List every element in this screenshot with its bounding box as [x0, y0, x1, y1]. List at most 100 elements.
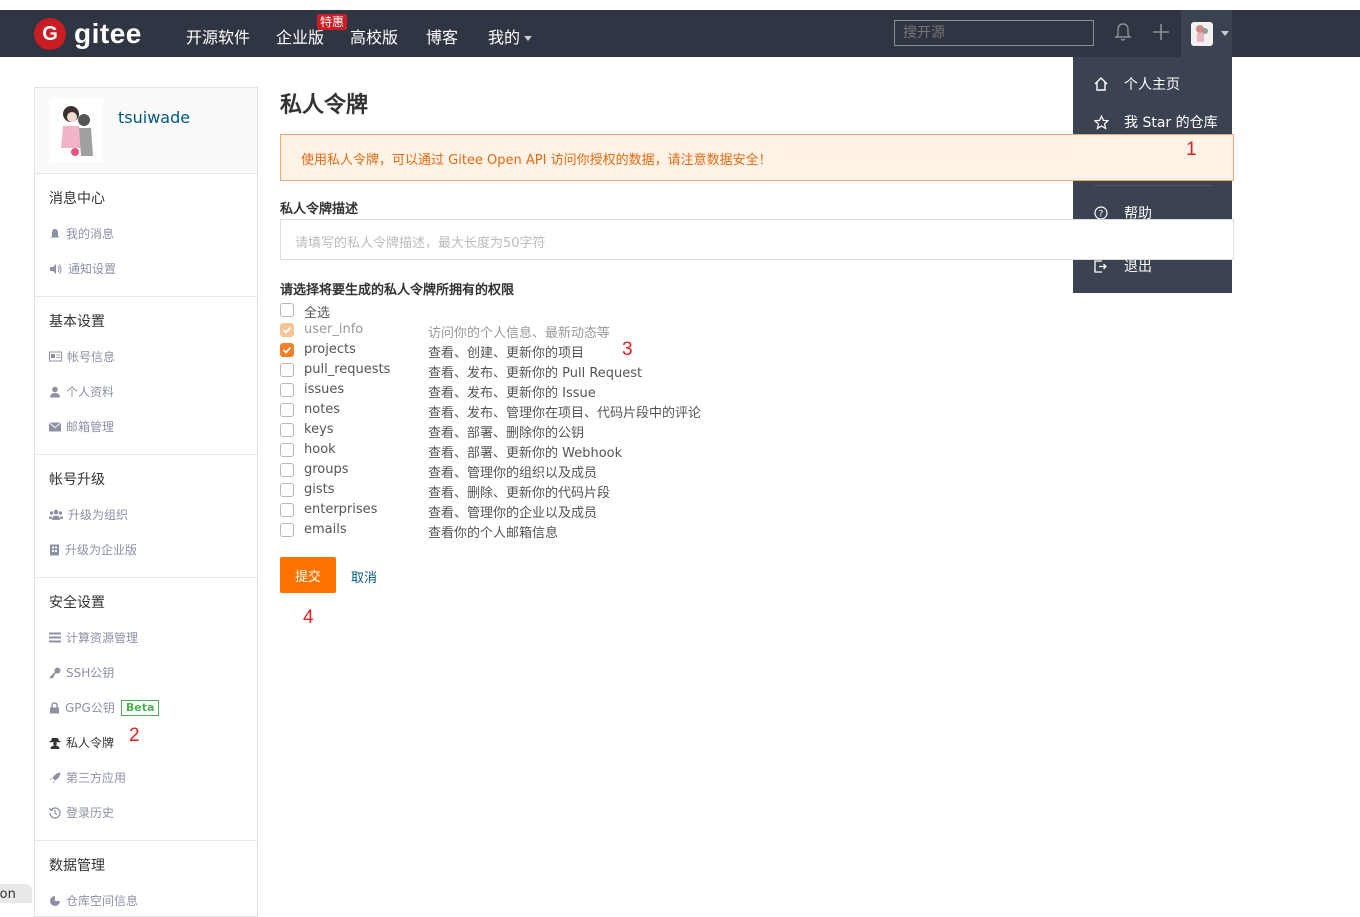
promo-badge: 特惠 [317, 14, 348, 30]
sidebar-item-ssh-keys[interactable]: SSH公钥 [49, 664, 114, 681]
token-description-input[interactable]: 请填写的私人令牌描述，最大长度为50字符 [280, 219, 1234, 260]
permission-checkbox[interactable] [280, 363, 294, 377]
sidebar-item-profile[interactable]: 个人资料 [49, 383, 114, 400]
permission-checkbox[interactable] [280, 443, 294, 457]
permission-name[interactable]: gists [304, 482, 335, 497]
permission-row: groups 查看、管理你的组织以及成员 [280, 462, 780, 482]
beta-badge: Beta [120, 699, 160, 716]
permission-name[interactable]: 全选 [304, 302, 330, 321]
sidebar-item-email-management[interactable]: 邮箱管理 [49, 418, 114, 435]
permission-description: 查看、部署、删除你的公钥 [428, 426, 585, 441]
permission-name[interactable]: projects [304, 342, 356, 357]
nav-open-source[interactable]: 开源软件 [186, 24, 250, 48]
user-menu-toggle[interactable] [1181, 10, 1232, 57]
sidebar-item-label: SSH公钥 [66, 666, 115, 680]
bell-icon [50, 228, 60, 238]
sidebar-divider [35, 840, 257, 841]
nav-blog[interactable]: 博客 [426, 24, 458, 48]
sidebar-item-label: 通知设置 [68, 262, 117, 276]
plus-icon[interactable] [1152, 22, 1170, 42]
sidebar-item-my-messages[interactable]: 我的消息 [49, 225, 114, 242]
permission-description: 查看、管理你的企业以及成员 [428, 506, 598, 521]
permission-checkbox[interactable] [280, 483, 294, 497]
star-icon [1094, 114, 1109, 130]
sidebar-item-label: 升级为企业版 [65, 543, 138, 557]
nav-education[interactable]: 高校版 [350, 24, 398, 48]
sidebar-item-gpg-keys[interactable]: GPG公钥 Beta [49, 699, 160, 716]
sidebar-item-label: 升级为组织 [68, 508, 129, 522]
permission-row: pull_requests 查看、发布、更新你的 Pull Request [280, 362, 780, 382]
sidebar-item-upgrade-organization[interactable]: 升级为组织 [49, 506, 128, 523]
permission-name[interactable]: pull_requests [304, 362, 390, 377]
sidebar-item-label: 登录历史 [66, 806, 115, 820]
permission-checkbox[interactable] [280, 423, 294, 437]
users-icon [49, 509, 63, 520]
permission-checkbox[interactable] [280, 383, 294, 397]
sidebar-item-compute-resources[interactable]: 计算资源管理 [49, 629, 138, 646]
check-icon [282, 326, 292, 334]
nav-mine-label: 我的 [488, 28, 521, 47]
permission-name[interactable]: user_info [304, 322, 363, 337]
chevron-down-icon [1221, 31, 1229, 36]
speaker-icon [50, 263, 62, 274]
annotation-step-1: 1 [1186, 139, 1197, 160]
sidebar-item-label: 第三方应用 [66, 771, 127, 785]
permission-checkbox[interactable] [280, 523, 294, 537]
permission-description: 查看、发布、更新你的 Issue [428, 386, 596, 401]
section-title-basic-settings: 基本设置 [49, 314, 105, 330]
section-title-data-management: 数据管理 [49, 858, 105, 874]
sidebar-item-login-history[interactable]: 登录历史 [49, 804, 114, 821]
permission-description: 访问你的个人信息、最新动态等 [428, 326, 611, 341]
sidebar-item-third-party-apps[interactable]: 第三方应用 [49, 769, 126, 786]
avatar[interactable] [51, 98, 103, 162]
search-input[interactable] [894, 20, 1094, 46]
sidebar-item-label: 帐号信息 [67, 350, 116, 364]
permission-name[interactable]: notes [304, 402, 340, 417]
permission-checkbox[interactable] [280, 343, 294, 357]
permission-checkbox[interactable] [280, 303, 294, 317]
side-floating-tab[interactable]: ion [0, 884, 32, 903]
security-notice: 使用私人令牌，可以通过 Gitee Open API 访问你授权的数据，请注意数… [280, 134, 1234, 181]
sidebar-item-upgrade-enterprise[interactable]: 升级为企业版 [49, 541, 137, 558]
sidebar-item-label: 私人令牌 [66, 736, 115, 750]
side-tab-label: ion [0, 887, 16, 902]
permission-name[interactable]: hook [304, 442, 336, 457]
menu-item-profile[interactable]: 个人主页 [1073, 65, 1232, 103]
svg-text:?: ? [1099, 210, 1104, 220]
username[interactable]: tsuiwade [118, 108, 190, 127]
submit-button[interactable]: 提交 [280, 557, 336, 593]
settings-sidebar: tsuiwade 消息中心 我的消息 通知设置 基本设置 帐号信息 个人资料 邮… [34, 87, 258, 917]
permission-name[interactable]: enterprises [304, 502, 377, 517]
sidebar-item-label: 邮箱管理 [66, 420, 115, 434]
permission-row: notes 查看、发布、管理你在项目、代码片段中的评论 [280, 402, 780, 422]
sidebar-item-notification-settings[interactable]: 通知设置 [49, 260, 116, 277]
nav-mine[interactable]: 我的 [488, 24, 533, 48]
permission-checkbox[interactable] [280, 463, 294, 477]
permission-row: user_info 访问你的个人信息、最新动态等 [280, 322, 780, 342]
permission-name[interactable]: emails [304, 522, 347, 537]
permission-name[interactable]: groups [304, 462, 349, 477]
sidebar-profile: tsuiwade [35, 88, 257, 174]
permission-name[interactable]: issues [304, 382, 344, 397]
logout-icon [1094, 259, 1107, 273]
id-card-icon [49, 351, 62, 362]
sidebar-item-account-info[interactable]: 帐号信息 [49, 348, 115, 365]
sidebar-item-label: 仓库空间信息 [66, 894, 139, 908]
rocket-icon [49, 772, 61, 783]
section-title-account-upgrade: 帐号升级 [49, 472, 105, 488]
permission-name[interactable]: keys [304, 422, 334, 437]
permission-row: issues 查看、发布、更新你的 Issue [280, 382, 780, 402]
permission-description: 查看、创建、更新你的项目 [428, 346, 585, 361]
menu-item-label: 个人主页 [1124, 77, 1180, 93]
gitee-logo[interactable]: G gitee [34, 18, 142, 50]
sidebar-item-personal-tokens[interactable]: 私人令牌 [49, 734, 114, 751]
cancel-link[interactable]: 取消 [351, 567, 377, 586]
bell-icon[interactable] [1114, 22, 1132, 42]
permission-checkbox[interactable] [280, 403, 294, 417]
description-label: 私人令牌描述 [280, 202, 359, 217]
sidebar-item-repo-space[interactable]: 仓库空间信息 [49, 892, 138, 909]
envelope-icon [49, 422, 61, 431]
annotation-step-2: 2 [129, 725, 140, 746]
permission-checkbox[interactable] [280, 503, 294, 517]
lock-icon [50, 701, 59, 713]
